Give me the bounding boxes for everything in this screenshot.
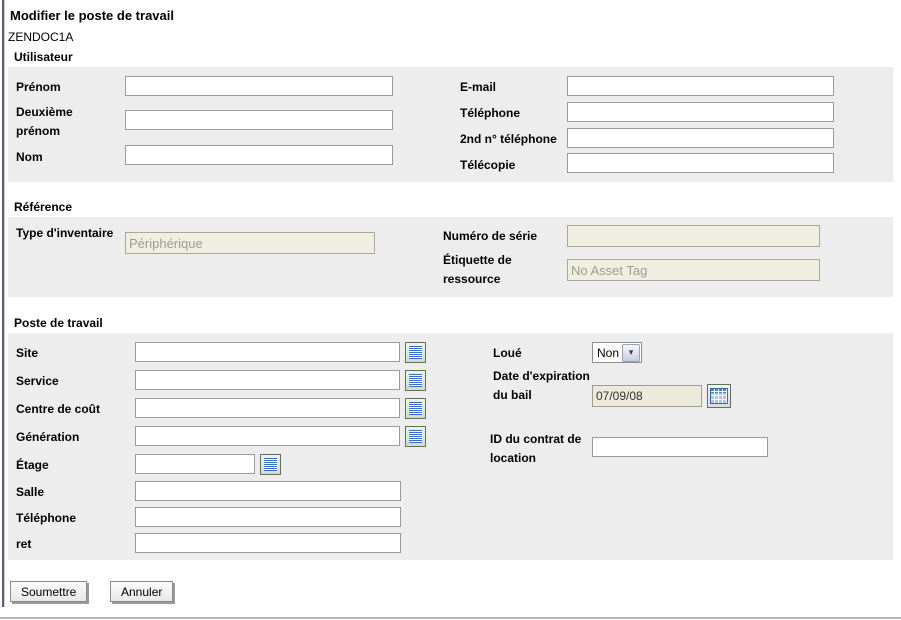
site-browse-button[interactable] [405, 342, 426, 363]
lease-contract-id-label: ID du contrat de location [490, 430, 595, 468]
cancel-button[interactable]: Annuler [110, 581, 173, 602]
generation-browse-button[interactable] [405, 426, 426, 447]
submit-button[interactable]: Soumettre [10, 581, 87, 602]
edit-workstation-page: Modifier le poste de travail ZENDOC1A Ut… [0, 0, 901, 620]
section-heading-user: Utilisateur [14, 50, 73, 64]
list-icon [409, 346, 422, 359]
dropdown-arrow-icon: ▾ [622, 344, 640, 362]
list-icon [409, 430, 422, 443]
section-heading-reference: Référence [14, 200, 72, 214]
ws-phone-label: Téléphone [16, 509, 76, 528]
inventory-type-input [125, 232, 375, 254]
department-browse-button[interactable] [405, 370, 426, 391]
first-name-input[interactable] [125, 76, 393, 96]
serial-number-input [567, 225, 820, 247]
cost-center-browse-button[interactable] [405, 398, 426, 419]
calendar-icon [710, 388, 728, 404]
phone-input[interactable] [567, 102, 834, 122]
page-left-border [2, 0, 5, 607]
first-name-label: Prénom [16, 78, 118, 97]
lease-expiration-label: Date d'expiration du bail [493, 367, 593, 405]
floor-browse-button[interactable] [260, 454, 281, 475]
floor-label: Étage [16, 456, 49, 475]
serial-number-label: Numéro de série [443, 227, 537, 246]
ret-input[interactable] [135, 533, 401, 553]
page-title: Modifier le poste de travail [10, 8, 174, 23]
lease-expiration-input[interactable] [592, 385, 702, 407]
asset-tag-input [567, 259, 820, 281]
room-input[interactable] [135, 481, 401, 501]
fax-label: Télécopie [460, 156, 515, 175]
room-label: Salle [16, 483, 44, 502]
leased-label: Loué [493, 344, 522, 363]
asset-tag-label: Étiquette de ressource [443, 251, 538, 289]
ws-phone-input[interactable] [135, 507, 401, 527]
inventory-type-label: Type d'inventaire [16, 224, 116, 243]
fax-input[interactable] [567, 153, 834, 173]
leased-select-value: Non [593, 346, 622, 360]
generation-input[interactable] [135, 426, 400, 446]
floor-input[interactable] [135, 454, 255, 474]
list-icon [409, 402, 422, 415]
phone-label: Téléphone [460, 104, 520, 123]
site-input[interactable] [135, 342, 400, 362]
generation-label: Génération [16, 428, 79, 447]
middle-name-label: Deuxième prénom [16, 103, 116, 141]
email-label: E-mail [460, 78, 496, 97]
lease-contract-id-input[interactable] [592, 437, 768, 457]
list-icon [409, 374, 422, 387]
last-name-input[interactable] [125, 145, 393, 165]
lease-expiration-calendar-button[interactable] [707, 384, 731, 408]
leased-select[interactable]: Non ▾ [592, 342, 642, 363]
workstation-id: ZENDOC1A [8, 30, 73, 44]
cost-center-label: Centre de coût [16, 400, 100, 419]
ret-label: ret [16, 535, 31, 554]
department-input[interactable] [135, 370, 400, 390]
list-icon [264, 458, 277, 471]
phone2-label: 2nd n° téléphone [460, 130, 557, 149]
page-bottom-border [0, 617, 901, 619]
section-heading-workstation: Poste de travail [14, 316, 103, 330]
middle-name-input[interactable] [125, 110, 393, 130]
department-label: Service [16, 372, 59, 391]
phone2-input[interactable] [567, 128, 834, 148]
cost-center-input[interactable] [135, 398, 400, 418]
last-name-label: Nom [16, 148, 118, 167]
site-label: Site [16, 344, 38, 363]
email-input[interactable] [567, 76, 834, 96]
